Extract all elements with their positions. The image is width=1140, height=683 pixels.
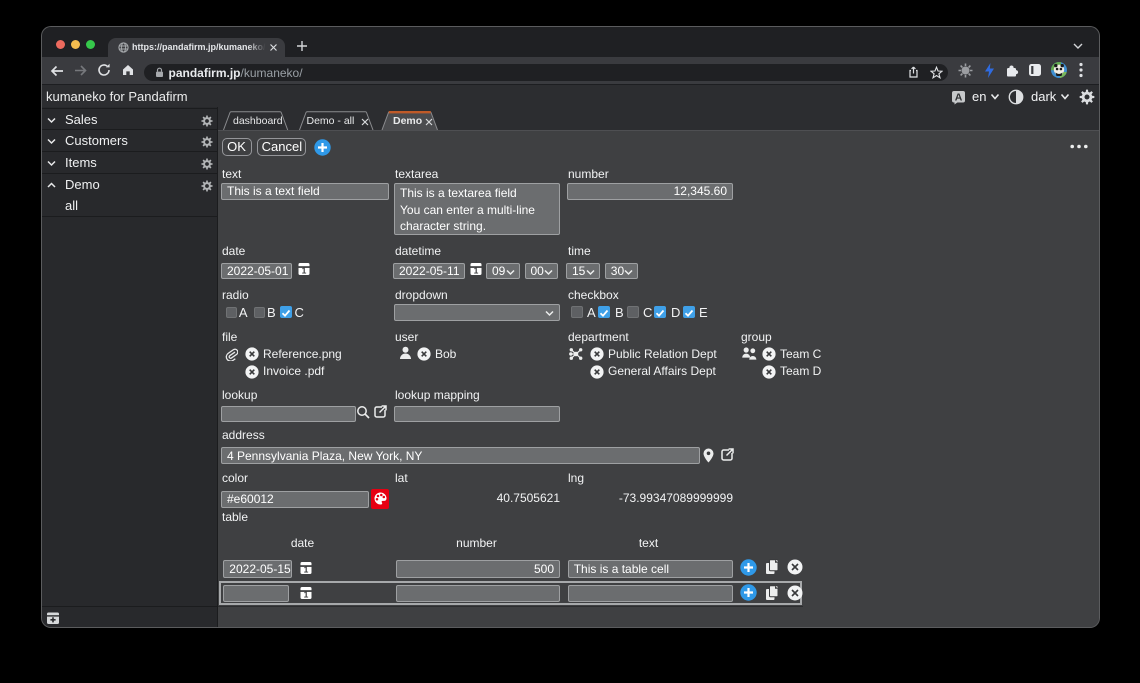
svg-text:1: 1 [474, 266, 479, 276]
svg-text:1: 1 [304, 565, 309, 575]
svg-text:1: 1 [301, 266, 306, 276]
svg-text:1: 1 [304, 590, 309, 600]
svg-text:A: A [955, 91, 963, 103]
